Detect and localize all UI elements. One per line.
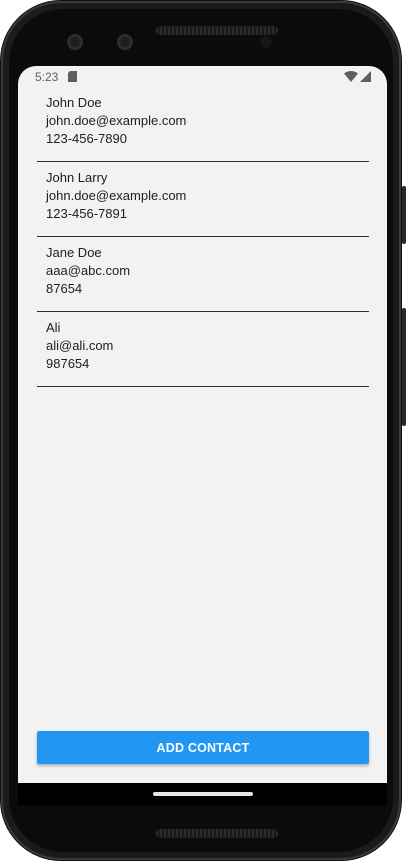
contact-email: john.doe@example.com: [46, 113, 187, 128]
contact-list-item[interactable]: Jane Doe aaa@abc.com 87654: [37, 238, 369, 312]
app-screen: 5:23 John Doe john.doe@example.com 123-4…: [18, 66, 387, 783]
contact-name: John Larry: [46, 170, 108, 185]
contact-list-item[interactable]: John Doe john.doe@example.com 123-456-78…: [37, 88, 369, 162]
power-button: [402, 186, 406, 244]
contact-phone: 123-456-7891: [46, 206, 127, 221]
contact-email: ali@ali.com: [46, 338, 114, 353]
contact-list: John Doe john.doe@example.com 123-456-78…: [37, 88, 369, 388]
add-contact-button[interactable]: ADD CONTACT: [37, 731, 369, 764]
front-camera-icon: [117, 34, 133, 50]
contact-phone: 123-456-7890: [46, 131, 127, 146]
navigation-bar: [18, 783, 387, 805]
status-time: 5:23: [35, 70, 59, 84]
cell-signal-icon: [360, 71, 371, 82]
bottom-speaker: [156, 829, 278, 838]
contact-name: John Doe: [46, 95, 102, 110]
contact-list-item[interactable]: Ali ali@ali.com 987654: [37, 313, 369, 387]
proximity-sensor: [260, 36, 272, 48]
contact-name: Jane Doe: [46, 245, 102, 260]
contact-name: Ali: [46, 320, 61, 335]
contact-email: john.doe@example.com: [46, 188, 187, 203]
home-gesture-handle[interactable]: [153, 792, 253, 796]
contact-email: aaa@abc.com: [46, 263, 131, 278]
volume-button: [402, 308, 406, 426]
wifi-icon: [344, 71, 358, 82]
contact-phone: 987654: [46, 356, 90, 371]
front-camera-icon: [67, 34, 83, 50]
contact-phone: 87654: [46, 281, 83, 296]
sd-card-icon: [68, 71, 77, 82]
status-bar: 5:23: [18, 66, 387, 88]
contact-list-item[interactable]: John Larry john.doe@example.com 123-456-…: [37, 163, 369, 237]
earpiece-speaker: [156, 26, 278, 35]
device-frame: 5:23 John Doe john.doe@example.com 123-4…: [0, 0, 407, 863]
